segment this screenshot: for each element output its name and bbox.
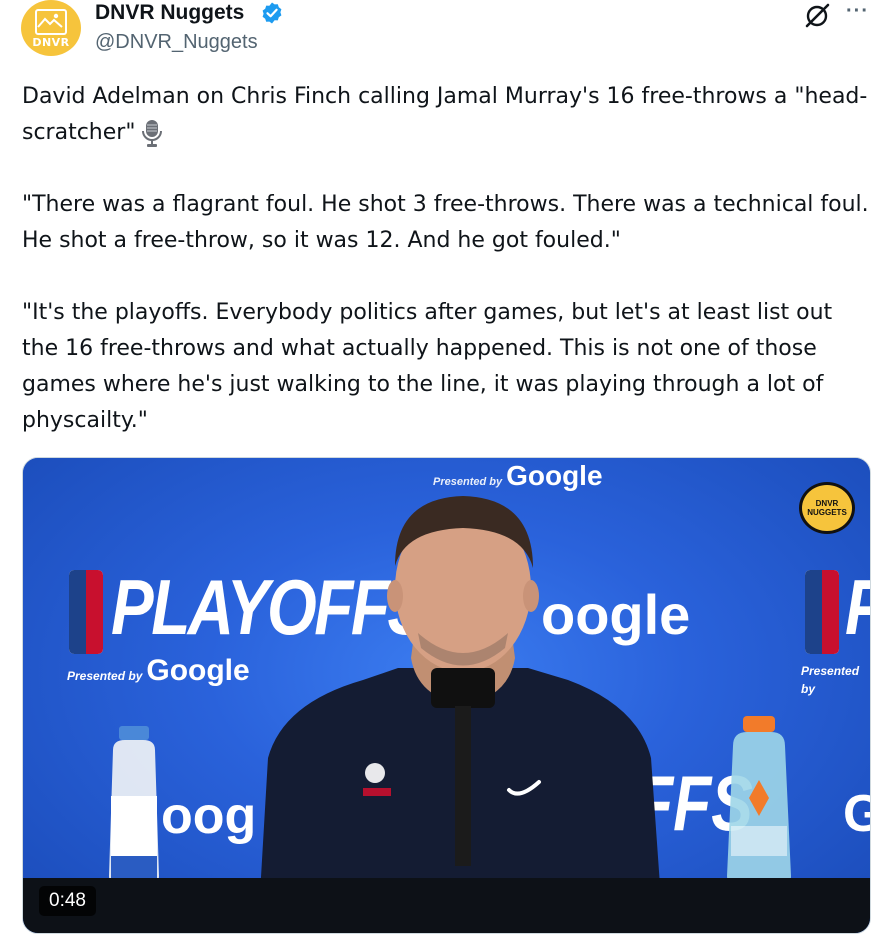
sports-drink-bottle (727, 716, 791, 886)
image-icon (37, 13, 63, 28)
more-icon[interactable]: ··· (846, 0, 869, 23)
video-player[interactable]: Presented by Google PLAYOFFS Presented by… (22, 457, 871, 934)
tweet-text: David Adelman on Chris Finch calling Jam… (22, 79, 872, 439)
tweet-header: DNVR DNVR Nuggets @DNVR_Nuggets ··· (0, 0, 884, 70)
tweet-paragraph: "There was a flagrant foul. He shot 3 fr… (22, 192, 876, 253)
avatar[interactable]: DNVR (21, 0, 81, 56)
microphone-icon (142, 120, 163, 147)
podium-table (23, 878, 870, 933)
avatar-label: DNVR (32, 36, 70, 49)
tweet-paragraph: "It's the playoffs. Everybody politics a… (22, 300, 840, 433)
verified-badge-icon[interactable] (260, 1, 284, 25)
author-name[interactable]: DNVR Nuggets (95, 1, 244, 25)
author-handle[interactable]: @DNVR_Nuggets (95, 31, 258, 54)
grok-icon[interactable] (803, 2, 831, 30)
water-bottle (109, 726, 159, 886)
tweet-paragraph: David Adelman on Chris Finch calling Jam… (22, 79, 872, 151)
video-duration: 0:48 (39, 886, 96, 916)
